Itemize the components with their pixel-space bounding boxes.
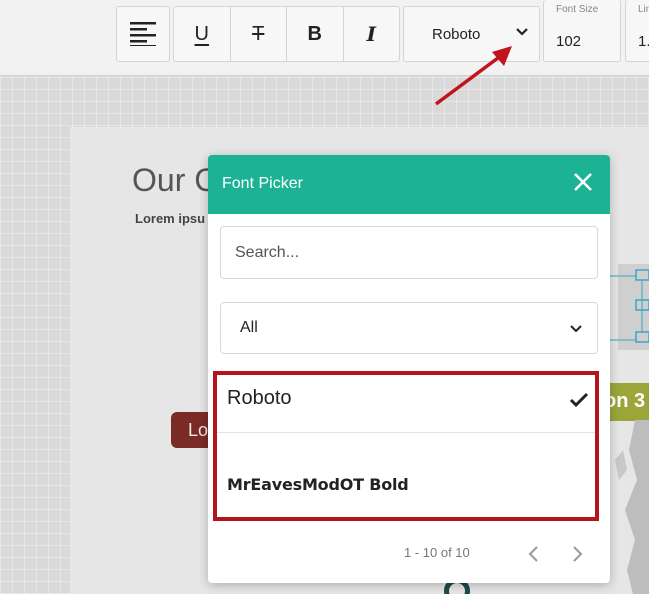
chevron-left-icon[interactable] bbox=[526, 544, 540, 564]
font-category-select[interactable]: All bbox=[220, 302, 598, 354]
align-left-icon bbox=[130, 22, 156, 46]
strikethrough-icon: T bbox=[252, 22, 265, 45]
checkmark-icon bbox=[569, 392, 589, 408]
page-lorem-text[interactable]: Lorem ipsu bbox=[135, 211, 205, 226]
annotation-arrow-icon bbox=[434, 46, 512, 106]
modal-header: Font Picker bbox=[208, 155, 610, 214]
chevron-down-icon bbox=[570, 325, 582, 333]
bold-button[interactable]: B bbox=[287, 7, 344, 61]
font-size-label: Font Size bbox=[556, 4, 599, 15]
font-list: Roboto MrEavesModOT Bold bbox=[213, 371, 599, 521]
italic-icon: I bbox=[366, 22, 376, 46]
italic-button[interactable]: I bbox=[344, 7, 400, 61]
font-list-item-roboto[interactable]: Roboto bbox=[217, 375, 595, 433]
page-title[interactable]: Our C bbox=[132, 162, 217, 199]
bold-icon: B bbox=[307, 22, 322, 45]
pagination-text: 1 - 10 of 10 bbox=[404, 545, 470, 560]
font-list-item-mreaves[interactable]: MrEavesModOT Bold bbox=[217, 433, 595, 517]
line-height-field[interactable]: Lin 1. bbox=[625, 0, 649, 62]
font-size-value: 102 bbox=[556, 33, 582, 50]
font-item-label: Roboto bbox=[227, 387, 292, 409]
line-height-label: Lin bbox=[638, 4, 649, 15]
font-item-label: MrEavesModOT Bold bbox=[227, 475, 409, 494]
underline-icon: U bbox=[194, 22, 209, 45]
font-size-field[interactable]: Font Size 102 bbox=[543, 0, 621, 62]
modal-title: Font Picker bbox=[222, 175, 303, 192]
text-style-group: U T B I bbox=[173, 6, 400, 62]
align-left-button[interactable] bbox=[116, 6, 170, 62]
chevron-down-icon bbox=[516, 28, 528, 36]
font-picker-modal: Font Picker All Roboto MrEavesModOT Bold… bbox=[208, 155, 610, 583]
strikethrough-button[interactable]: T bbox=[231, 7, 287, 61]
chevron-right-icon[interactable] bbox=[571, 544, 585, 564]
map-land-graphic bbox=[615, 420, 649, 594]
close-icon[interactable] bbox=[572, 171, 594, 193]
underline-button[interactable]: U bbox=[174, 7, 231, 61]
map-graphic bbox=[610, 264, 649, 350]
font-category-value: All bbox=[240, 319, 258, 336]
line-height-value: 1. bbox=[638, 33, 649, 50]
toolbar: U T B I Roboto Font Size 102 Lin 1. bbox=[0, 0, 649, 76]
font-search-input[interactable] bbox=[220, 226, 598, 279]
